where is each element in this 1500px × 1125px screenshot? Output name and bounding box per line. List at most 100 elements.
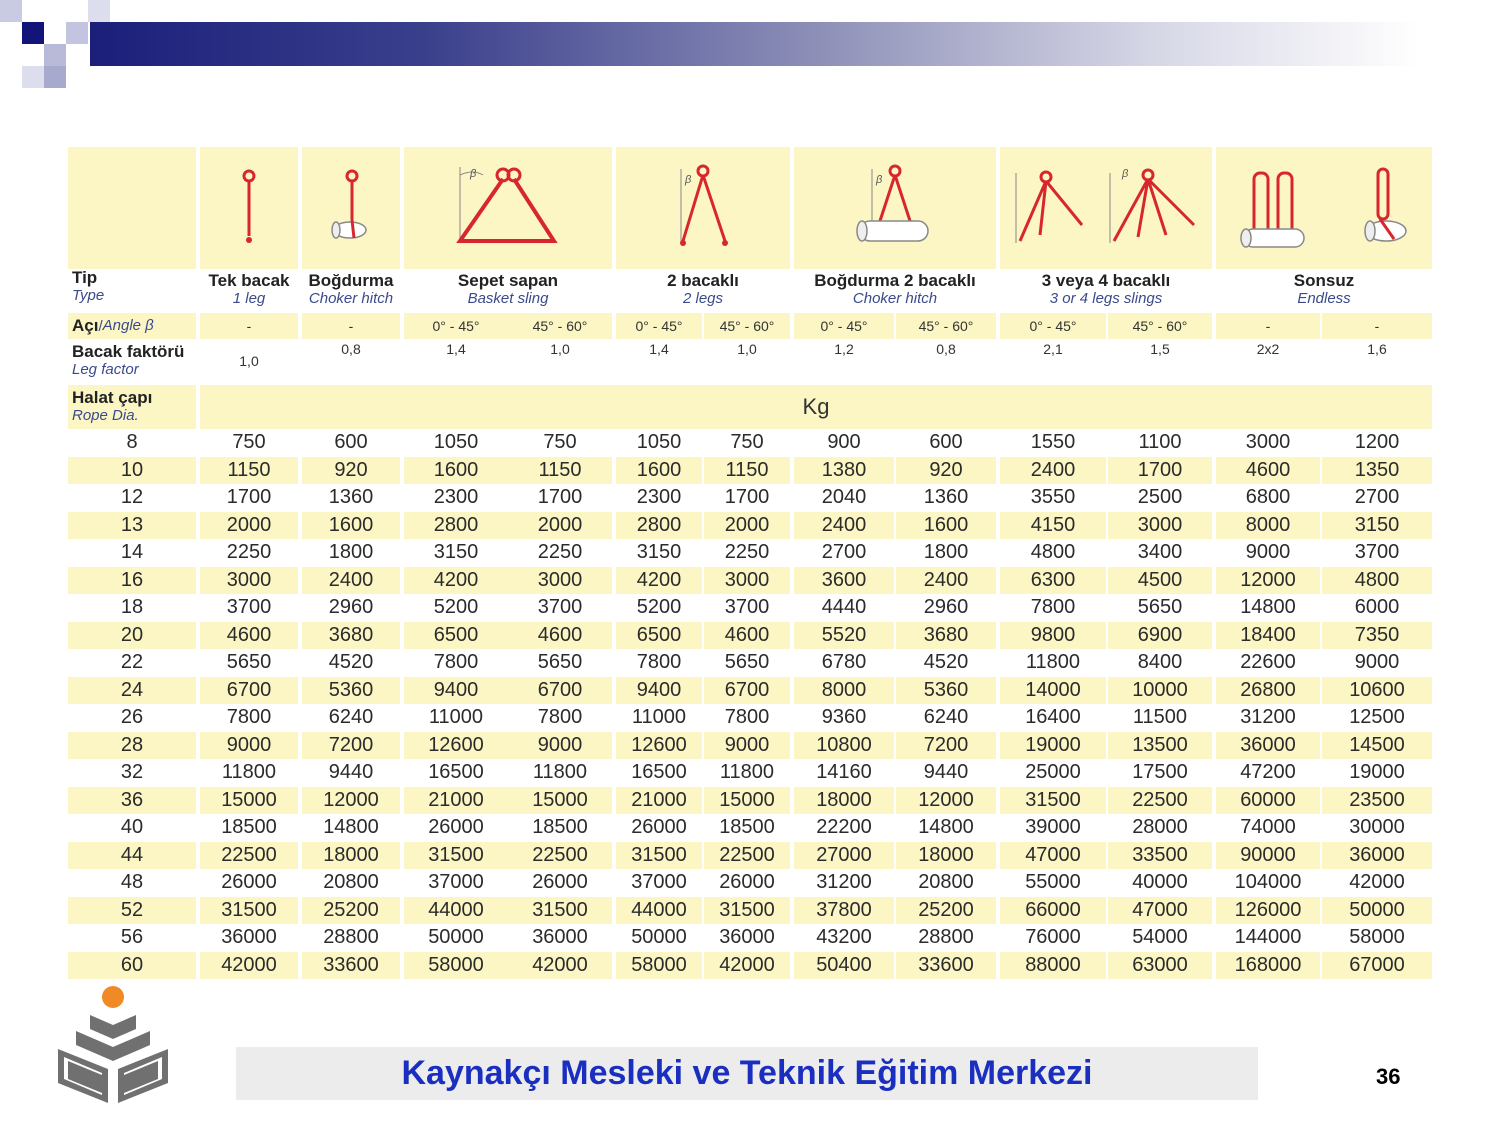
capacity-cell: 5650 [537,651,583,674]
corner-square-light [88,0,110,22]
capacity-cell: 2250 [724,541,770,564]
capacity-cell: 44000 [616,896,702,924]
type-label: Tip Type [72,268,105,305]
capacity-cell: 2000 [200,511,298,539]
capacity-cell: 10000 [1108,676,1212,704]
leg-factor-cell: 1,0 [550,341,570,357]
capacity-cell: 6700 [508,676,612,704]
capacity-cell: 31500 [404,841,508,869]
capacity-cell: 90000 [1216,841,1320,869]
capacity-cell: 12500 [1349,706,1405,729]
icon-cell-choker [302,147,400,269]
table-row: 18 3700 2960 5200 3700 5200 3700 4440 2960 7800 56… [68,594,1432,622]
capacity-cell: 28800 [323,926,379,949]
capacity-cell: 18000 [302,841,400,869]
sling-capacity-table: β β β β Tip Type Tek bacak 1 leg Boğdurm… [68,147,1432,979]
capacity-cell: 30000 [1349,816,1405,839]
capacity-cell: 40000 [1132,871,1188,894]
capacity-cell: 3000 [1245,431,1291,454]
angle-cell: - [1216,313,1320,339]
angle-cell: 45° - 60° [508,313,612,339]
rope-diameter-cell: 36 [68,786,196,814]
footer-bar: Kaynakçı Mesleki ve Teknik Eğitim Merkez… [236,1047,1258,1100]
capacity-cell: 36000 [532,926,588,949]
capacity-cell: 3700 [724,596,770,619]
icon-cell-type [68,147,196,269]
capacity-cell: 31500 [508,896,612,924]
capacity-cell: 5650 [226,651,272,674]
corner-square-navy [22,22,44,44]
angle-cell: 45° - 60° [1108,313,1212,339]
beta-symbol: β [469,168,477,180]
capacity-cell: 5360 [302,676,400,704]
table-row: 52 31500 25200 44000 31500 44000 31500 37800 252… [68,896,1432,924]
capacity-cell: 3000 [508,566,612,594]
capacity-cell: 2960 [328,596,374,619]
rope-diameter-cell: 44 [68,841,196,869]
table-row: 24 6700 5360 9400 6700 9400 6700 8000 5360 14000 1… [68,676,1432,704]
capacity-cell: 63000 [1108,951,1212,979]
header-gradient-band [90,22,1420,66]
table-row: 14 2250 1800 3150 2250 3150 2250 2700 1800 4800 34… [68,539,1432,567]
capacity-cell: 6000 [1354,596,1400,619]
capacity-cell: 3680 [302,621,400,649]
group-endless: Sonsuz Endless [1293,271,1355,308]
capacity-cell: 26000 [532,871,588,894]
rope-diameter-cell: 10 [68,456,196,484]
capacity-cell: 5200 [636,596,682,619]
capacity-cell: 39000 [1025,816,1081,839]
capacity-cell: 22500 [704,841,790,869]
capacity-cell: 3700 [1354,541,1400,564]
capacity-cell: 6700 [704,676,790,704]
capacity-cell: 47200 [1240,761,1296,784]
capacity-cell: 5360 [896,676,996,704]
unit-label: Kg [200,385,1432,429]
capacity-cell: 6500 [404,621,508,649]
angle-cell: 45° - 60° [896,313,996,339]
capacity-cell: 9000 [1354,651,1400,674]
capacity-cell: 750 [730,431,764,454]
capacity-cell: 7800 [1030,596,1076,619]
capacity-cell: 1200 [1354,431,1400,454]
capacity-cell: 9000 [508,731,612,759]
icon-cell-single-leg [200,147,298,269]
capacity-cell: 10600 [1322,676,1432,704]
capacity-cell: 1100 [1138,431,1182,454]
basket-sling-icon: β [456,167,558,243]
capacity-cell: 15000 [508,786,612,814]
rope-diameter-cell: 16 [68,566,196,594]
capacity-cell: 19000 [1349,761,1405,784]
capacity-cell: 9360 [821,706,867,729]
capacity-cell: 42000 [704,951,790,979]
capacity-cell: 8000 [1216,511,1320,539]
capacity-cell: 47000 [1108,896,1212,924]
capacity-cell: 18400 [1216,621,1320,649]
icon-cell-basket: β [404,147,612,269]
rope-diameter-cell: 48 [120,871,144,894]
leg-factor-cell: 1,4 [649,341,669,357]
capacity-cell: 21000 [616,786,702,814]
capacity-cell: 16400 [1025,706,1081,729]
capacity-cell: 1700 [1108,456,1212,484]
capacity-cell: 2040 [821,486,867,509]
capacity-cell: 4150 [1000,511,1106,539]
capacity-cell: 15000 [704,786,790,814]
capacity-cell: 1800 [328,541,374,564]
icon-cell-choker-two-leg: β [794,147,996,269]
capacity-cell: 13500 [1108,731,1212,759]
capacity-cell: 6900 [1108,621,1212,649]
capacity-cell: 20800 [323,871,379,894]
capacity-cell: 1700 [226,486,272,509]
beta-symbol: β [684,174,692,186]
capacity-cell: 168000 [1216,951,1320,979]
capacity-cell: 50000 [1322,896,1432,924]
capacity-cell: 4600 [704,621,790,649]
capacity-cell: 22500 [200,841,298,869]
rope-diameter-cell: 18 [120,596,144,619]
capacity-cell: 6800 [1245,486,1291,509]
capacity-cell: 9400 [404,676,508,704]
capacity-cell: 25000 [1025,761,1081,784]
capacity-cell: 67000 [1322,951,1432,979]
capacity-cell: 2250 [226,541,272,564]
capacity-cell: 14800 [1240,596,1296,619]
